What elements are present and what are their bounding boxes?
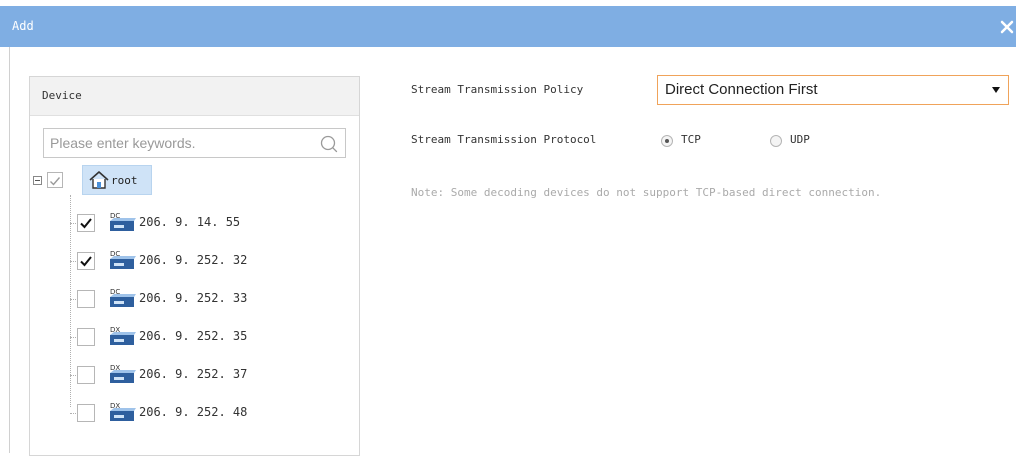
device-ip-label[interactable]: 206. 9. 252. 37 [139,367,247,381]
device-checkbox[interactable] [77,328,95,346]
device-ip-label[interactable]: 206. 9. 14. 55 [139,215,240,229]
home-icon [89,171,109,189]
device-checkbox[interactable] [77,252,95,270]
dropdown-arrow-icon [992,87,1000,93]
protocol-label: Stream Transmission Protocol [411,133,597,146]
device-ip-label[interactable]: 206. 9. 252. 33 [139,291,247,305]
search-input[interactable] [50,133,310,153]
device-checkbox[interactable] [77,290,95,308]
device-panel: Device root DC206. 9. 14. 55DC206. 9. 25… [29,76,360,456]
policy-select[interactable]: Direct Connection First [657,75,1009,105]
decoder-device-icon: DC [110,288,136,307]
radio-udp[interactable] [770,135,782,147]
device-ip-label[interactable]: 206. 9. 252. 35 [139,329,247,343]
device-checkbox[interactable] [77,404,95,422]
decoder-device-icon: DX [110,402,136,421]
policy-selected-value: Direct Connection First [665,81,818,98]
dialog-title: Add [12,19,34,33]
check-icon [50,177,61,186]
radio-tcp[interactable] [661,135,673,147]
root-checkbox[interactable] [47,172,63,188]
check-icon [80,256,92,267]
policy-label: Stream Transmission Policy [411,83,584,96]
decoder-device-icon: DC [110,212,136,231]
tree-collapse-toggle[interactable] [33,176,42,185]
dialog-left-border [9,47,10,453]
device-ip-label[interactable]: 206. 9. 252. 32 [139,253,247,267]
dialog-titlebar: Add [0,0,1016,47]
search-icon[interactable] [319,134,339,154]
device-ip-label[interactable]: 206. 9. 252. 48 [139,405,247,419]
device-checkbox[interactable] [77,214,95,232]
decoder-device-icon: DX [110,326,136,345]
decoder-device-icon: DC [110,250,136,269]
close-icon[interactable] [998,18,1016,36]
note-text: Note: Some decoding devices do not suppo… [411,186,882,199]
decoder-device-icon: DX [110,364,136,383]
search-box [43,128,346,158]
radio-tcp-label: TCP [681,133,701,146]
device-panel-title: Device [42,89,82,102]
tree-root-node[interactable]: root [82,165,152,195]
tree-root-label: root [111,174,138,187]
device-checkbox[interactable] [77,366,95,384]
radio-udp-label: UDP [790,133,810,146]
device-panel-header: Device [30,77,359,116]
check-icon [80,218,92,229]
